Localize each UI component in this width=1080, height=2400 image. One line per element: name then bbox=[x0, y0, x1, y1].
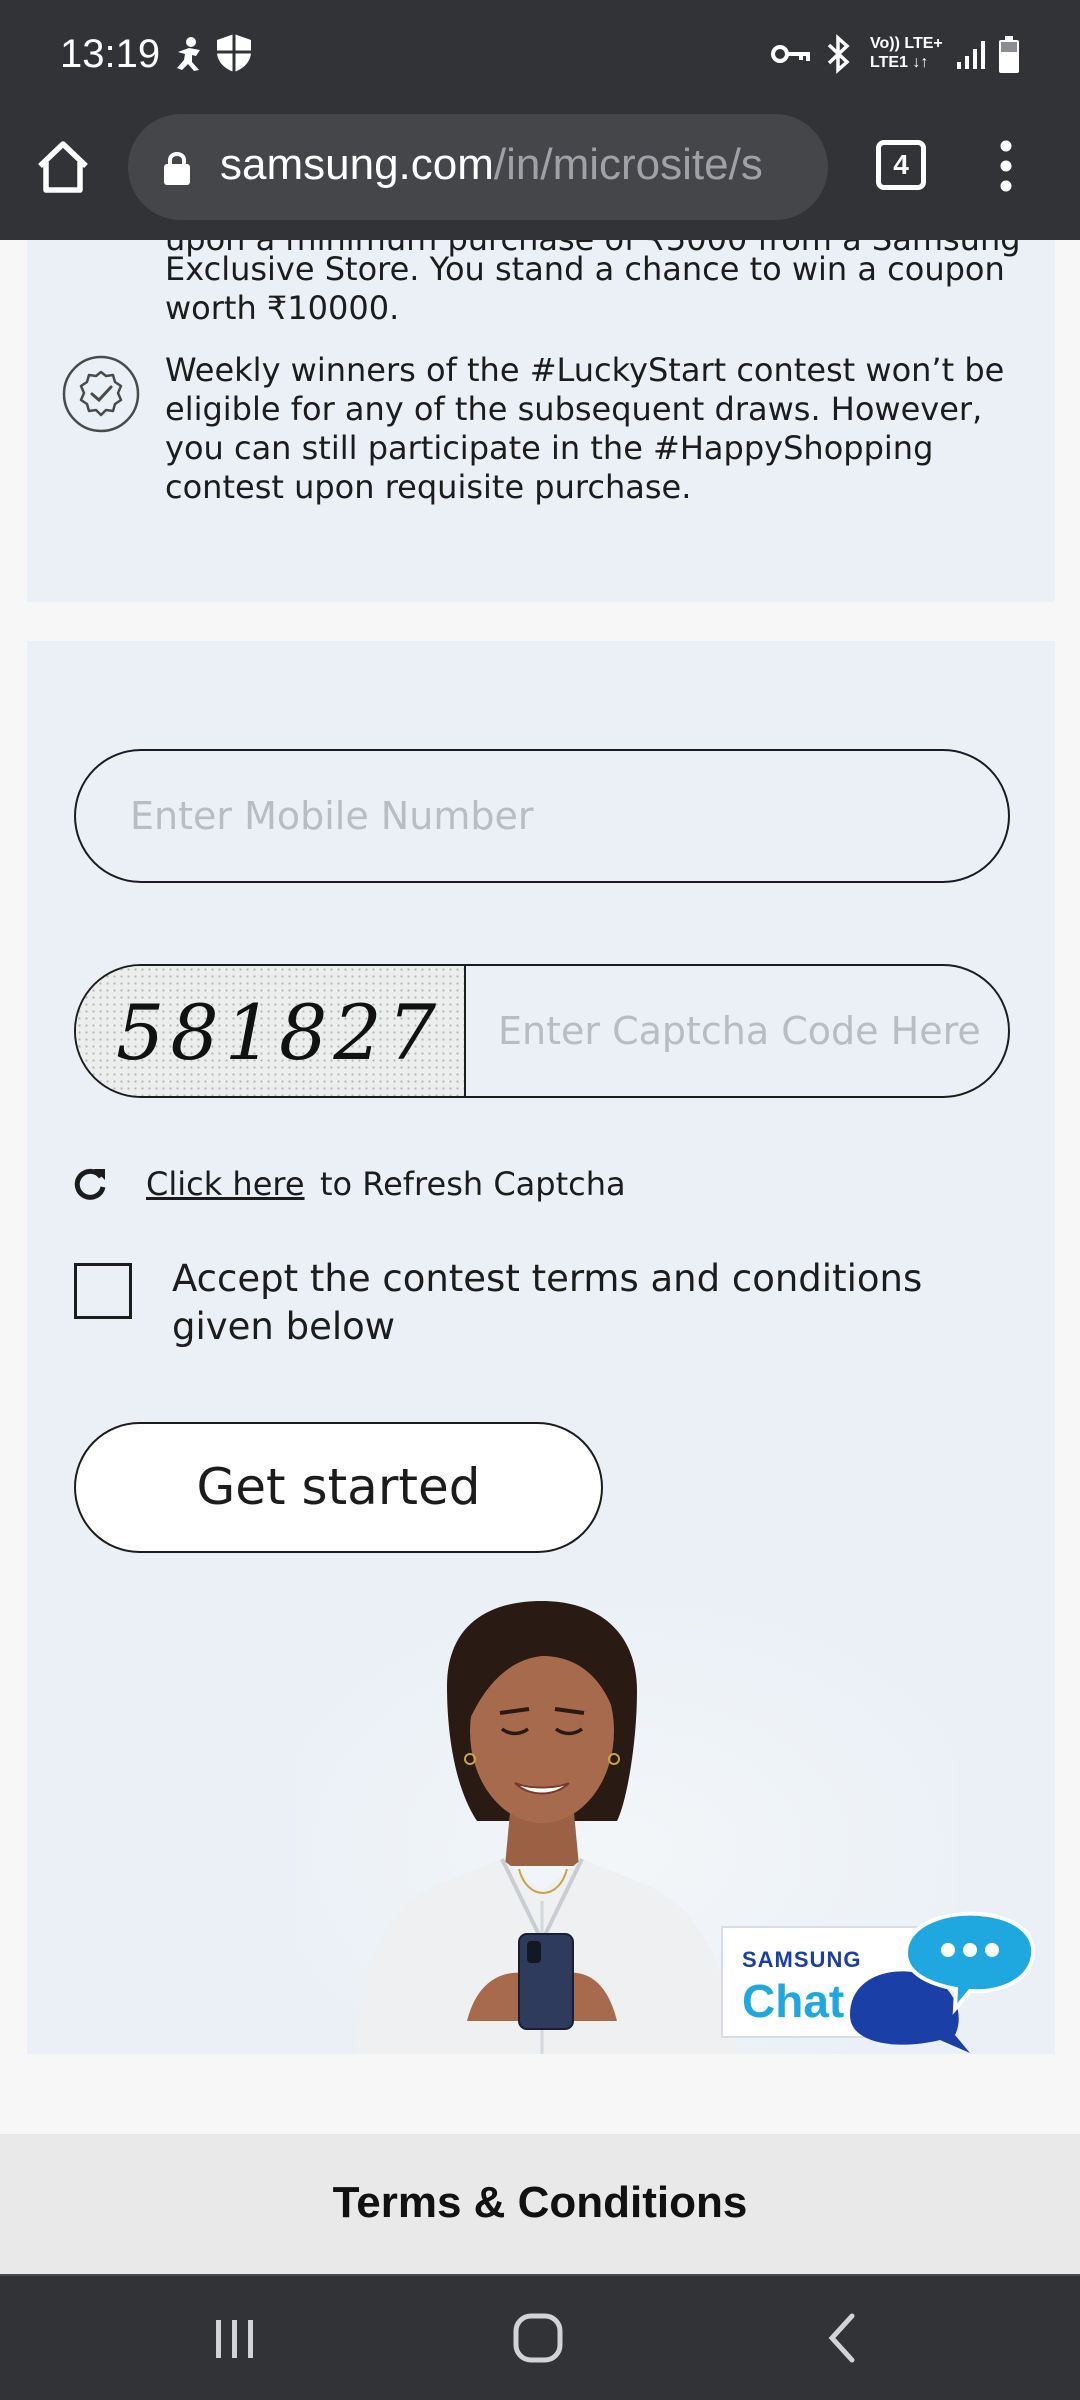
mobile-number-input[interactable] bbox=[74, 749, 1010, 883]
verified-badge-icon bbox=[62, 355, 140, 433]
chat-brand-text: SAMSUNG bbox=[742, 1947, 861, 1972]
refresh-icon[interactable] bbox=[72, 1165, 108, 1201]
back-icon[interactable] bbox=[808, 2306, 878, 2370]
accept-terms-label[interactable]: Accept the contest terms and conditions … bbox=[172, 1255, 1032, 1351]
accept-terms-checkbox[interactable] bbox=[74, 1263, 132, 1319]
network-line-1: Vo)) LTE+ bbox=[870, 35, 943, 52]
address-bar[interactable]: samsung.com/in/microsite/s bbox=[128, 114, 828, 220]
get-started-button[interactable]: Get started bbox=[74, 1422, 603, 1553]
vpn-key-icon bbox=[771, 45, 810, 63]
recent-apps-icon[interactable] bbox=[200, 2306, 270, 2370]
weekly-winner-note: Weekly winners of the #LuckyStart contes… bbox=[165, 351, 1005, 506]
registration-form-panel: 581827 Click here to Refresh Captcha Acc… bbox=[27, 641, 1055, 2054]
refresh-captcha-link[interactable]: Click here bbox=[146, 1165, 305, 1203]
system-navigation-bar bbox=[0, 2274, 1080, 2400]
captcha-input[interactable] bbox=[468, 966, 1008, 1096]
captcha-field: 581827 bbox=[74, 964, 1010, 1098]
shield-icon bbox=[217, 34, 251, 72]
bluetooth-icon bbox=[827, 34, 850, 74]
refresh-captcha-text: to Refresh Captcha bbox=[320, 1165, 626, 1203]
tab-switcher-button[interactable]: 4 bbox=[876, 140, 926, 190]
info-line-store: Exclusive Store. You stand a chance to w… bbox=[165, 250, 1005, 288]
url-domain: samsung.com bbox=[220, 140, 494, 189]
home-nav-icon[interactable] bbox=[503, 2306, 573, 2370]
chat-label-text: Chat bbox=[742, 1975, 844, 2027]
home-icon[interactable] bbox=[32, 136, 94, 198]
captcha-code: 581827 bbox=[116, 988, 443, 1077]
battery-icon bbox=[999, 36, 1019, 73]
url-path: /in/microsite/s bbox=[493, 140, 763, 189]
url-text: samsung.com/in/microsite/s bbox=[220, 140, 763, 190]
captcha-image: 581827 bbox=[76, 966, 466, 1096]
signal-icon bbox=[957, 41, 985, 69]
terms-and-conditions-bar[interactable]: Terms & Conditions bbox=[0, 2134, 1080, 2274]
overflow-menu-icon[interactable] bbox=[988, 138, 1024, 194]
network-label: Vo)) LTE+ LTE1 ↓↑ bbox=[870, 34, 943, 72]
samsung-chat-button[interactable]: SAMSUNG Chat bbox=[720, 1905, 1040, 2055]
network-line-2: LTE1 ↓↑ bbox=[870, 54, 929, 71]
status-time: 13:19 bbox=[60, 32, 161, 76]
lock-icon bbox=[164, 152, 190, 185]
info-line-worth: worth ₹10000. bbox=[165, 289, 400, 327]
status-bar: 13:19 Vo)) LTE+ LTE1 ↓↑ bbox=[0, 0, 1080, 108]
accessibility-icon bbox=[177, 37, 200, 71]
contest-info-panel: upon a minimum purchase of ₹5000 from a … bbox=[27, 240, 1055, 602]
browser-toolbar: samsung.com/in/microsite/s 4 bbox=[0, 108, 1080, 240]
terms-title: Terms & Conditions bbox=[332, 2178, 748, 2227]
